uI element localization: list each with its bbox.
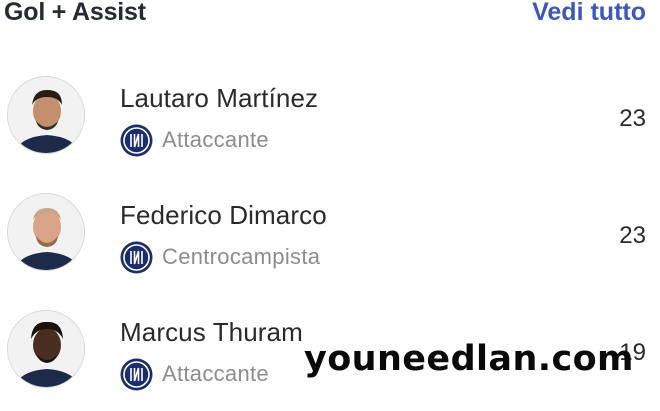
- player-row[interactable]: Lautaro Martínez Attaccante 23: [0, 60, 660, 177]
- goal-assist-count: 23: [619, 222, 646, 249]
- player-row[interactable]: Federico Dimarco Centrocampista 23: [0, 177, 660, 294]
- player-avatar: [7, 310, 85, 388]
- player-position: Centrocampista: [162, 244, 321, 269]
- see-all-link[interactable]: Vedi tutto: [532, 0, 646, 27]
- inter-crest-icon: [120, 358, 153, 391]
- inter-crest-icon: [120, 124, 153, 157]
- section-title: Gol + Assist: [4, 0, 146, 26]
- player-avatar: [7, 76, 85, 154]
- player-name: Federico Dimarco: [120, 200, 327, 230]
- player-position: Attaccante: [162, 361, 269, 386]
- player-name: Lautaro Martínez: [120, 83, 319, 113]
- goal-assist-count: 23: [619, 105, 646, 132]
- section-header: Gol + Assist Vedi tutto: [0, 0, 660, 40]
- player-position: Attaccante: [162, 127, 269, 152]
- watermark: youneedlan.com: [304, 339, 634, 379]
- inter-crest-icon: [120, 241, 153, 274]
- player-name: Marcus Thuram: [120, 317, 303, 347]
- player-avatar: [7, 193, 85, 271]
